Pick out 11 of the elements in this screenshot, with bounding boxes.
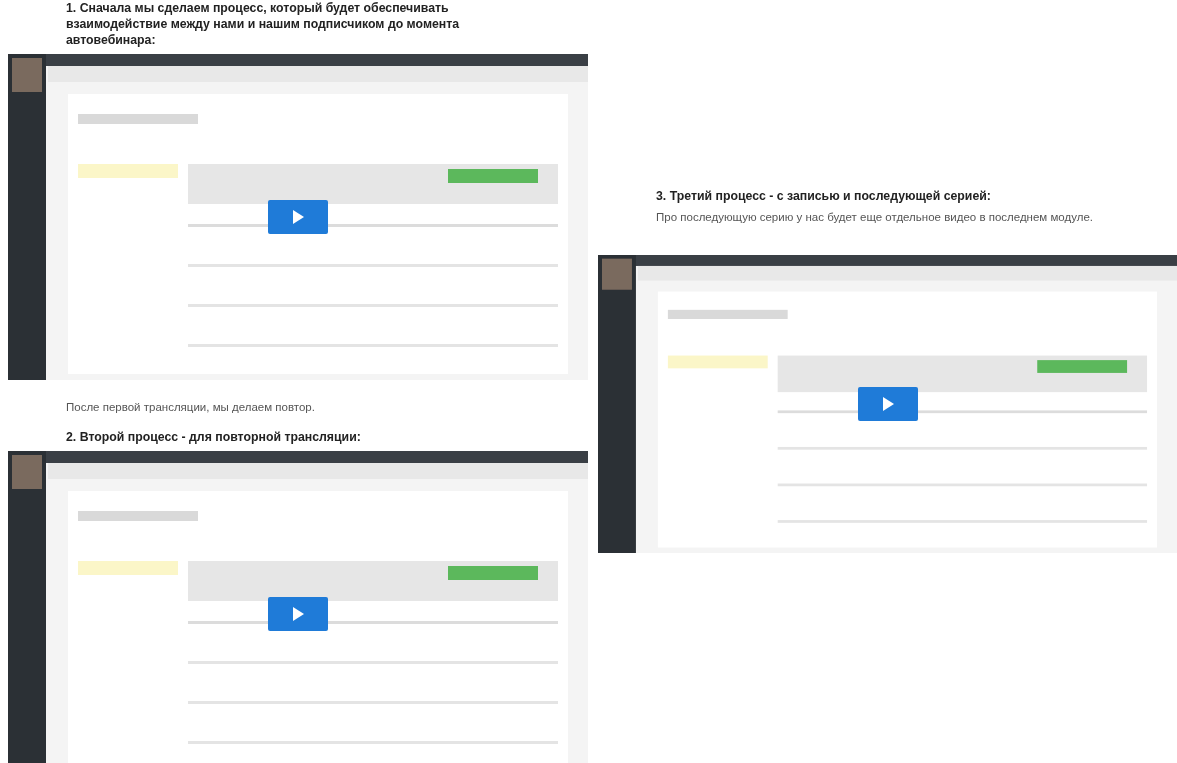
play-button[interactable] [268, 200, 328, 234]
paragraph: После первой трансляции, мы делаем повтор. [65, 400, 316, 415]
play-icon [292, 607, 304, 621]
play-icon [881, 397, 894, 411]
section-heading: 3. Третий процесс - с записью и последующей серией: [655, 188, 992, 204]
section-heading: 1. Сначала мы сделаем процесс, который будет обеспечивать взаимодействие между нами и нашим подписчиком до момента автовебинара: [65, 0, 461, 48]
play-icon [292, 210, 304, 224]
paragraph: Про последующую серию у нас будет еще отдельное видео в последнем модуле. [655, 210, 1095, 225]
play-button[interactable] [857, 387, 918, 421]
section-heading: 2. Второй процесс - для повторной трансляции: [65, 429, 362, 445]
play-button[interactable] [268, 597, 328, 631]
